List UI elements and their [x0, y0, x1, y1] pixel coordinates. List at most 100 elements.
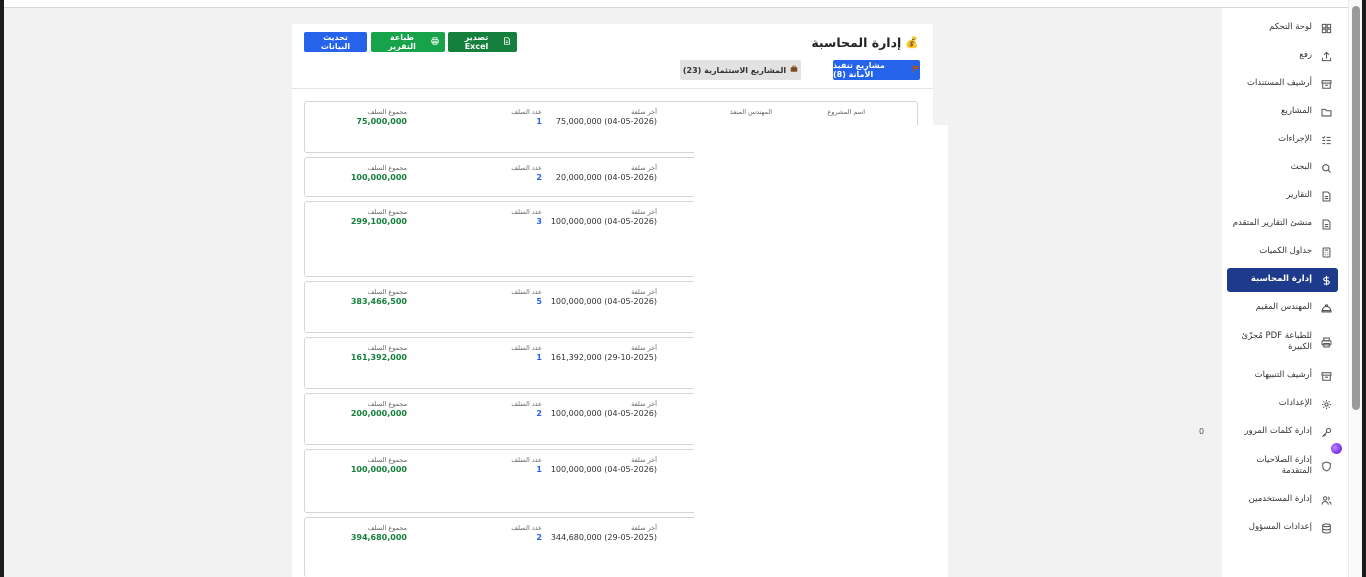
total-advances: مجموع السلف 383,466,500 — [351, 288, 407, 306]
total-value: 299,100,000 — [350, 217, 407, 226]
count-label: عدد السلف — [511, 208, 542, 216]
last-label: آخر سلفة — [631, 164, 657, 172]
last-label: آخر سلفة — [631, 524, 657, 532]
sidebar-item-accounting[interactable]: إدارة المحاسبة — [1227, 268, 1338, 292]
total-label: مجموع السلف — [367, 208, 407, 216]
sidebar-item-resident-engineer[interactable]: المهندس المقيم — [1227, 296, 1338, 320]
last-value: 75,000,000 (04-05-2026) — [555, 117, 657, 126]
sidebar-item-search[interactable]: البحث — [1227, 156, 1338, 180]
sidebar-item-reports[interactable]: التقارير — [1227, 184, 1338, 208]
sidebar-item-alerts-archive[interactable]: أرشيف التنبيهات — [1227, 364, 1338, 388]
shield-icon — [1319, 459, 1333, 473]
total-advances: مجموع السلف 200,000,000 — [351, 400, 407, 418]
total-advances: مجموع السلف 100,000,000 — [351, 164, 407, 182]
money-bag-icon: 💰 — [905, 36, 919, 49]
sidebar-item-label: إدارة المحاسبة — [1250, 274, 1312, 285]
tab-investment-projects[interactable]: المشاريع الاستثمارية (23) — [680, 60, 801, 80]
sidebar-item-admin-settings[interactable]: إعدادات المسؤول — [1227, 516, 1338, 540]
sidebar-item-documents-archive[interactable]: أرشيف المستندات — [1227, 72, 1338, 96]
last-value: 161,392,000 (29-10-2025) — [550, 353, 657, 362]
advance-count: عدد السلف 3 — [511, 208, 542, 226]
count-label: عدد السلف — [511, 400, 542, 408]
total-advances: مجموع السلف 394,680,000 — [351, 524, 407, 542]
tab-amanah-projects[interactable]: مشاريع تنفيذ الأمانة (8) — [833, 60, 920, 80]
refresh-label: تحديث البيانات — [320, 33, 351, 51]
blank-overlay — [694, 125, 948, 577]
total-label: مجموع السلف — [367, 344, 407, 352]
archive-icon — [1319, 369, 1333, 383]
last-advance: آخر سلفة 100,000,000 (04-05-2026) — [551, 456, 657, 474]
sidebar-item-label: المهندس المقيم — [1255, 302, 1312, 313]
total-label: مجموع السلف — [367, 456, 407, 464]
sidebar-item-settings[interactable]: الإعدادات — [1227, 392, 1338, 416]
total-advances: مجموع السلف 100,000,000 — [351, 456, 407, 474]
last-label: آخر سلفة — [631, 344, 657, 352]
last-label: آخر سلفة — [631, 456, 657, 464]
project-name: اسم المشروع — [827, 108, 865, 116]
briefcase-icon — [790, 65, 798, 75]
last-advance: آخر سلفة 75,000,000 (04-05-2026) — [556, 108, 657, 126]
advance-count: عدد السلف 5 — [511, 288, 542, 306]
advance-count: عدد السلف 2 — [511, 524, 542, 542]
sidebar-item-label: إدارة كلمات المرور — [1244, 426, 1312, 437]
tab-amanah-label: مشاريع تنفيذ الأمانة (8) — [833, 61, 885, 79]
total-label: مجموع السلف — [367, 108, 407, 116]
sidebar-item-upload[interactable]: رفع — [1227, 44, 1338, 68]
sidebar-item-user-management[interactable]: إدارة المستخدمين — [1227, 488, 1338, 512]
header-divider — [292, 88, 933, 89]
file-icon — [503, 37, 511, 47]
count-label: عدد السلف — [511, 164, 542, 172]
last-advance: آخر سلفة 20,000,000 (04-05-2026) — [556, 164, 657, 182]
total-label: مجموع السلف — [367, 288, 407, 296]
sidebar-item-projects[interactable]: المشاريع — [1227, 100, 1338, 124]
last-advance: آخر سلفة 161,392,000 (29-10-2025) — [551, 344, 657, 362]
sidebar-item-pdf-splitter[interactable]: مُجزّئ PDF للطباعة الكبيرة — [1227, 324, 1338, 360]
sidebar-item-procedures[interactable]: الإجراءات — [1227, 128, 1338, 152]
last-label: آخر سلفة — [631, 108, 657, 116]
advance-count: عدد السلف 2 — [511, 400, 542, 418]
floating-assistant-icon[interactable] — [1331, 443, 1342, 454]
count-label: عدد السلف — [511, 524, 542, 532]
sidebar-item-label: منشئ التقارير المتقدم — [1232, 218, 1312, 229]
sidebar-item-advanced-report-builder[interactable]: منشئ التقارير المتقدم — [1227, 212, 1338, 236]
export-excel-button[interactable]: تصدير Excel — [448, 32, 517, 52]
last-value: 100,000,000 (04-05-2026) — [550, 465, 657, 474]
dollar-icon — [1319, 273, 1333, 287]
count-label: عدد السلف — [511, 344, 542, 352]
sidebar-item-quantity-tables[interactable]: جداول الكميات — [1227, 240, 1338, 264]
total-value: 100,000,000 — [350, 465, 407, 474]
total-advances: مجموع السلف 299,100,000 — [351, 208, 407, 226]
sidebar-item-advanced-permissions[interactable]: إدارة الصلاحيات المتقدمة — [1227, 448, 1338, 484]
total-advances: مجموع السلف 75,000,000 — [356, 108, 407, 126]
last-value: 100,000,000 (04-05-2026) — [550, 297, 657, 306]
count-value: 3 — [536, 217, 542, 226]
total-value: 200,000,000 — [350, 409, 407, 418]
key-icon — [1319, 425, 1333, 439]
calculator-icon — [1319, 245, 1333, 259]
scrollbar-thumb[interactable] — [1352, 6, 1360, 410]
archive-icon — [1319, 77, 1333, 91]
sidebar-item-password-management[interactable]: 0 إدارة كلمات المرور — [1199, 420, 1338, 444]
password-count-badge: 0 — [1199, 427, 1205, 436]
refresh-data-button[interactable]: تحديث البيانات — [304, 32, 367, 52]
count-value: 2 — [536, 409, 542, 418]
page-title: إدارة المحاسبة 💰 — [811, 35, 919, 50]
total-label: مجموع السلف — [367, 524, 407, 532]
upload-icon — [1319, 49, 1333, 63]
engineer-label: المهندس المنفذ — [729, 108, 772, 116]
last-value: 100,000,000 (04-05-2026) — [550, 217, 657, 226]
sidebar-item-dashboard[interactable]: لوحة التحكم — [1227, 16, 1338, 40]
advance-count: عدد السلف 1 — [511, 344, 542, 362]
total-value: 383,466,500 — [350, 297, 407, 306]
print-label: طباعة التقرير — [388, 33, 416, 51]
panel-header: إدارة المحاسبة 💰 تحديث البيانات طباعة ال… — [292, 24, 933, 88]
sidebar-item-label: أرشيف المستندات — [1246, 78, 1312, 89]
sidebar-item-label: الإجراءات — [1278, 134, 1312, 145]
page-title-text: إدارة المحاسبة — [811, 35, 902, 50]
sidebar-item-label: أرشيف التنبيهات — [1254, 370, 1312, 381]
last-advance: آخر سلفة 100,000,000 (04-05-2026) — [551, 208, 657, 226]
sidebar-item-label: جداول الكميات — [1259, 246, 1312, 257]
print-report-button[interactable]: طباعة التقرير — [371, 32, 445, 52]
last-label: آخر سلفة — [631, 208, 657, 216]
total-label: مجموع السلف — [367, 400, 407, 408]
